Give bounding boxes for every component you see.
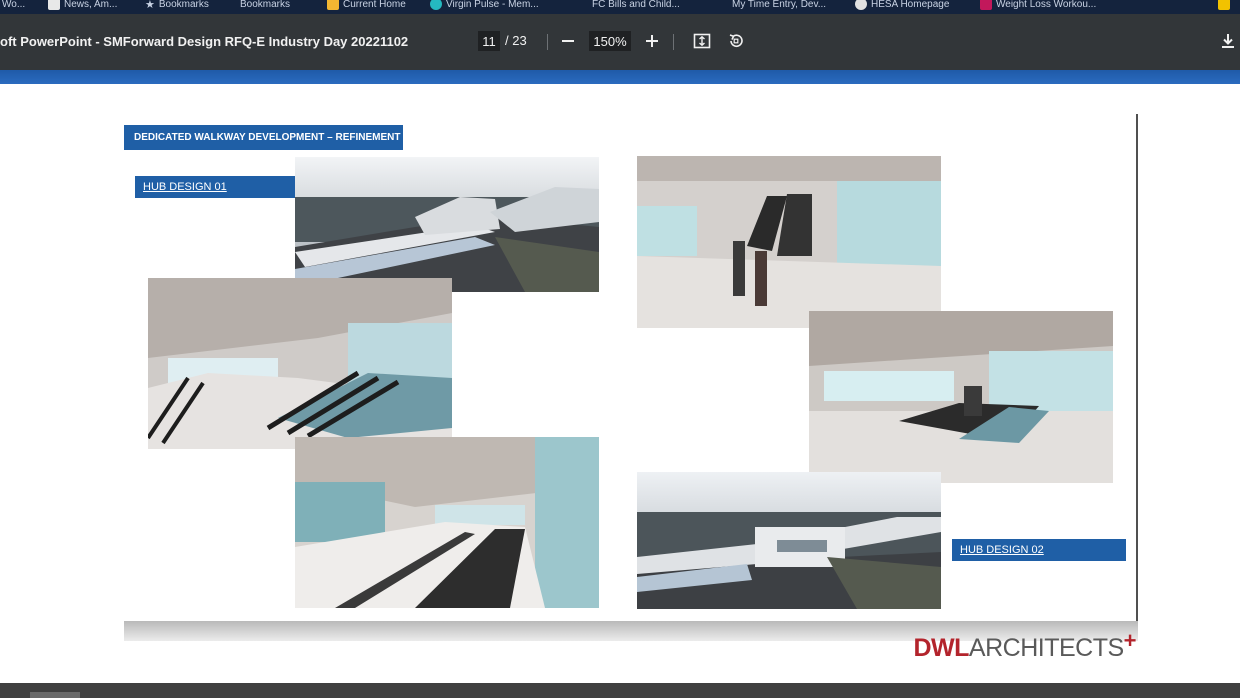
folder-icon (327, 0, 339, 10)
bookmark-label: Bookmarks (240, 0, 291, 10)
bookmark-item[interactable] (1218, 0, 1230, 12)
bookmark-item[interactable]: ★ Bookmarks (145, 0, 209, 12)
zoom-out-button[interactable] (557, 30, 579, 52)
toolbar-divider (547, 34, 548, 50)
star-icon: ★ (145, 0, 155, 11)
fit-to-page-button[interactable] (691, 30, 713, 52)
slide-heading: DEDICATED WALKWAY DEVELOPMENT – REFINEME… (124, 125, 403, 150)
bookmark-item[interactable]: HESA Homepage (855, 0, 949, 12)
zoom-in-button[interactable] (641, 30, 663, 52)
slide-divider-line (1136, 114, 1138, 630)
bookmark-label: Current Home (343, 0, 406, 10)
bookmark-item[interactable]: Weight Loss Workou... (980, 0, 1096, 12)
logo-dwl-text: DWL (913, 633, 970, 662)
globe-icon (855, 0, 867, 10)
page-number-input[interactable]: 11 (478, 31, 500, 51)
document-title: oft PowerPoint - SMForward Design RFQ-E … (0, 34, 409, 49)
hub01-exterior-rendering (295, 157, 599, 292)
bookmark-item[interactable]: My Time Entry, Dev... (732, 0, 826, 12)
bottom-scroll-strip (0, 683, 1240, 698)
hub02-exterior-rendering (637, 472, 941, 609)
bookmark-label: My Time Entry, Dev... (732, 0, 827, 10)
hub02-interior-atrium-rendering (809, 311, 1113, 483)
hub01-interior-escalator-rendering (148, 278, 452, 449)
hub-design-01-label: HUB DESIGN 01 (135, 176, 295, 198)
bookmark-label: FC Bills and Child... (592, 0, 680, 10)
rotate-button[interactable] (725, 30, 747, 52)
rotate-icon (729, 34, 743, 47)
bookmark-label: HESA Homepage (871, 0, 950, 10)
minus-icon (562, 40, 574, 42)
hub-design-02-label: HUB DESIGN 02 (952, 539, 1126, 561)
bookmark-label: Weight Loss Workou... (996, 0, 1097, 10)
bookmark-label: News, Am... (64, 0, 118, 10)
hub01-walkway-rendering (295, 437, 599, 608)
plus-icon (646, 35, 658, 47)
download-button[interactable] (1217, 30, 1239, 52)
page-icon (48, 0, 60, 10)
bookmark-item[interactable]: Virgin Pulse - Mem... (430, 0, 539, 12)
hub02-interior-escalator-rendering (637, 156, 941, 328)
pdf-toolbar: oft PowerPoint - SMForward Design RFQ-E … (0, 14, 1240, 70)
fit-page-icon (693, 33, 711, 49)
bookmark-label: Wo... (2, 0, 26, 10)
app-icon (980, 0, 992, 10)
logo-plus-text: + (1123, 628, 1137, 653)
bookmark-item[interactable]: Current Home (327, 0, 406, 12)
bookmark-item[interactable]: Bookmarks (240, 0, 290, 12)
folder-icon (1218, 0, 1230, 10)
bookmark-label: Virgin Pulse - Mem... (446, 0, 539, 10)
bookmark-item[interactable]: Wo... (2, 0, 25, 12)
globe-icon (430, 0, 442, 10)
bookmark-item[interactable]: News, Am... (48, 0, 117, 12)
bookmark-item[interactable]: FC Bills and Child... (592, 0, 680, 12)
scrollbar-thumb[interactable] (30, 692, 80, 698)
bookmark-label: Bookmarks (158, 0, 209, 10)
dwl-architects-logo: DWL ARCHITECTS + (913, 628, 1137, 668)
toolbar-divider (673, 34, 674, 50)
download-icon (1222, 34, 1234, 48)
bookmarks-bar: Wo... News, Am... ★ Bookmarks Bookmarks C… (0, 0, 1240, 14)
logo-architects-text: ARCHITECTS (968, 633, 1124, 662)
pdf-viewer-window: Wo... News, Am... ★ Bookmarks Bookmarks C… (0, 0, 1240, 698)
page-total: / 23 (505, 33, 527, 48)
zoom-level-input[interactable]: 150% (589, 31, 631, 51)
slide-top-band (0, 70, 1240, 84)
